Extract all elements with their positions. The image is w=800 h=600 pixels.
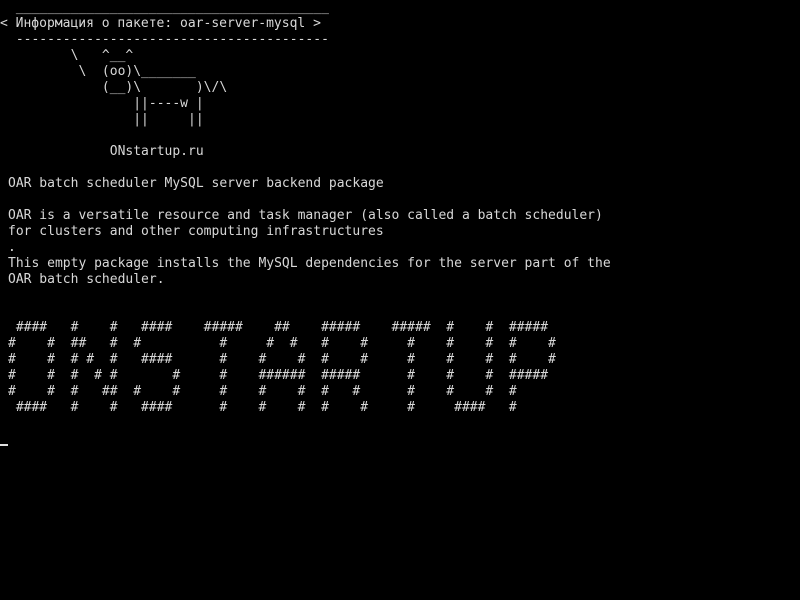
description-line: for clusters and other computing infrast…: [8, 224, 384, 239]
banner-line: #### # # #### ##### ## ##### ##### # # #…: [8, 320, 549, 335]
site-label: ONstartup.ru: [8, 144, 204, 159]
cow-art-line: \ ^__^: [8, 48, 134, 63]
banner-line: # # ## # # # # # # # # # # # #: [8, 336, 556, 351]
terminal-screen: ________________________________________…: [0, 0, 800, 600]
cow-art-line: ||----w |: [8, 96, 204, 111]
text-cursor[interactable]: [0, 444, 8, 446]
description-line: This empty package installs the MySQL de…: [8, 256, 611, 271]
bubble-top-border: ________________________________________: [8, 0, 329, 15]
package-summary: OAR batch scheduler MySQL server backend…: [8, 176, 384, 191]
bubble-bottom-border: ----------------------------------------: [8, 32, 329, 47]
banner-line: #### # # #### # # # # # # #### #: [8, 400, 517, 415]
cow-art-line: (__)\ )\/\: [8, 80, 228, 95]
description-line: OAR is a versatile resource and task man…: [8, 208, 603, 223]
banner-line: # # # # # # # ###### ##### # # # #####: [8, 368, 549, 383]
cow-art-line: \ (oo)\_______: [8, 64, 196, 79]
cow-art-line: || ||: [8, 112, 204, 127]
description-line: .: [8, 240, 16, 255]
banner-line: # # # ## # # # # # # # # # # #: [8, 384, 517, 399]
bubble-title: < Информация о пакете: oar-server-mysql …: [0, 16, 321, 31]
description-line: OAR batch scheduler.: [8, 272, 165, 287]
banner-line: # # # # # #### # # # # # # # # # #: [8, 352, 556, 367]
